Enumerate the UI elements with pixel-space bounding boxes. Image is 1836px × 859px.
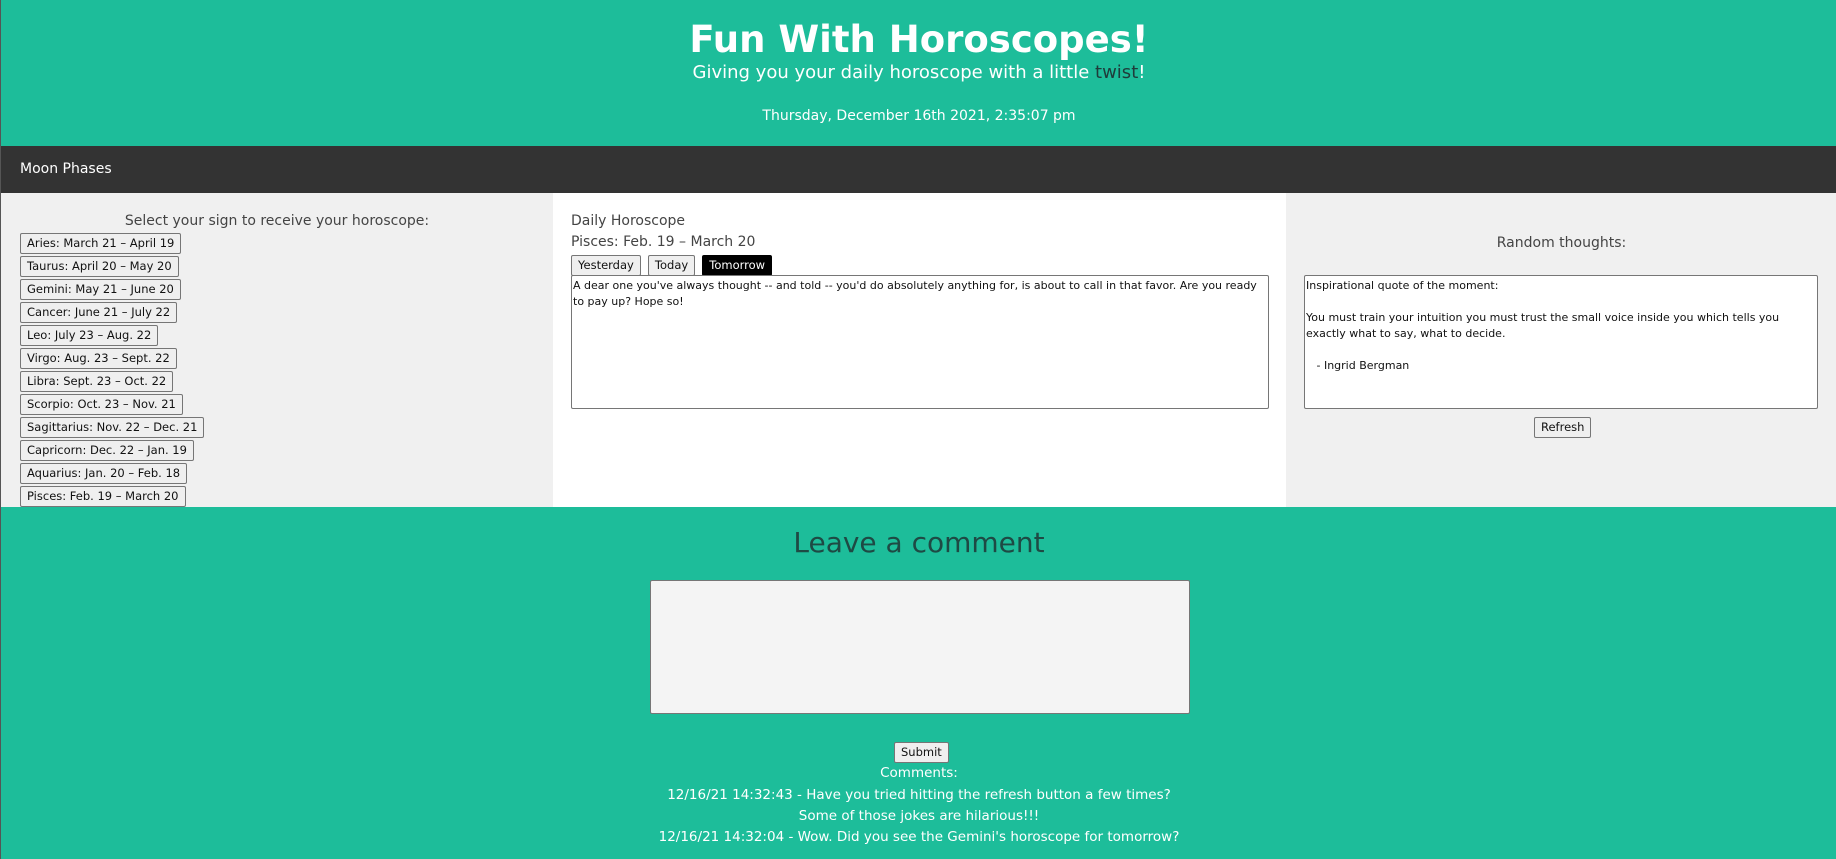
selected-sign-title: Pisces: Feb. 19 – March 20 [571, 234, 756, 250]
sign-button-capricorn[interactable]: Capricorn: Dec. 22 – Jan. 19 [20, 440, 194, 461]
comment-item: 12/16/21 14:32:43 - Have you tried hitti… [667, 787, 1171, 824]
horoscope-text-box[interactable]: A dear one you've always thought -- and … [571, 275, 1269, 409]
sign-button-virgo[interactable]: Virgo: Aug. 23 – Sept. 22 [20, 348, 177, 369]
comment-item: 12/16/21 14:32:04 - Wow. Did you see the… [658, 829, 1180, 845]
current-datetime: Thursday, December 16th 2021, 2:35:07 pm [762, 108, 1076, 124]
random-thoughts-title: Random thoughts: [1496, 235, 1627, 251]
quote-text-box[interactable]: Inspirational quote of the moment: You mu… [1304, 275, 1818, 409]
tagline-text: Giving you your daily horoscope with a l… [692, 62, 1096, 83]
sign-button-leo[interactable]: Leo: July 23 – Aug. 22 [20, 325, 159, 346]
comment-input[interactable] [650, 580, 1190, 714]
quote-label: Inspirational quote of the moment: [1306, 279, 1499, 292]
comments-list: 12/16/21 14:32:43 - Have you tried hitti… [649, 785, 1189, 848]
horoscope-panel: Daily Horoscope Pisces: Feb. 19 – March … [553, 193, 1286, 507]
tagline-twist: twist [1095, 62, 1139, 83]
sign-button-cancer[interactable]: Cancer: June 21 – July 22 [20, 302, 178, 323]
sign-button-taurus[interactable]: Taurus: April 20 – May 20 [20, 256, 179, 277]
daily-horoscope-title: Daily Horoscope [571, 213, 686, 229]
tab-today[interactable]: Today [647, 255, 696, 276]
sign-button-aries[interactable]: Aries: March 21 – April 19 [20, 233, 182, 254]
sign-select-prompt: Select your sign to receive your horosco… [124, 213, 430, 229]
sign-selector-panel: Select your sign to receive your horosco… [1, 193, 553, 507]
main-content: Select your sign to receive your horosco… [1, 193, 1836, 507]
comment-heading: Leave a comment [793, 526, 1045, 559]
comments-label: Comments: [880, 765, 958, 781]
refresh-button[interactable]: Refresh [1534, 417, 1592, 438]
tab-yesterday[interactable]: Yesterday [571, 255, 641, 276]
sign-button-sagittarius[interactable]: Sagittarius: Nov. 22 – Dec. 21 [20, 417, 205, 438]
sign-button-list: Aries: March 21 – April 19 Taurus: April… [20, 233, 205, 509]
nav-bar: Moon Phases [1, 146, 1836, 193]
sign-button-pisces[interactable]: Pisces: Feb. 19 – March 20 [20, 486, 186, 507]
tagline-end: ! [1138, 62, 1146, 83]
comment-section: Leave a comment Submit Comments: 12/16/2… [1, 507, 1836, 859]
tab-tomorrow[interactable]: Tomorrow [702, 255, 773, 276]
site-title: Fun With Horoscopes! [689, 18, 1149, 61]
site-header: Fun With Horoscopes! Giving you your dai… [1, 0, 1836, 146]
sign-button-gemini[interactable]: Gemini: May 21 – June 20 [20, 279, 181, 300]
quote-author: - Ingrid Bergman [1306, 359, 1410, 372]
random-thoughts-panel: Random thoughts: Inspirational quote of … [1286, 193, 1836, 507]
day-tabs: Yesterday Today Tomorrow [571, 254, 774, 276]
quote-text: You must train your intuition you must t… [1306, 311, 1783, 340]
tagline: Giving you your daily horoscope with a l… [1, 62, 1836, 83]
sign-button-libra[interactable]: Libra: Sept. 23 – Oct. 22 [20, 371, 174, 392]
sign-button-scorpio[interactable]: Scorpio: Oct. 23 – Nov. 21 [20, 394, 183, 415]
sign-button-aquarius[interactable]: Aquarius: Jan. 20 – Feb. 18 [20, 463, 188, 484]
nav-moon-phases-link[interactable]: Moon Phases [20, 161, 112, 177]
submit-button[interactable]: Submit [894, 742, 949, 763]
